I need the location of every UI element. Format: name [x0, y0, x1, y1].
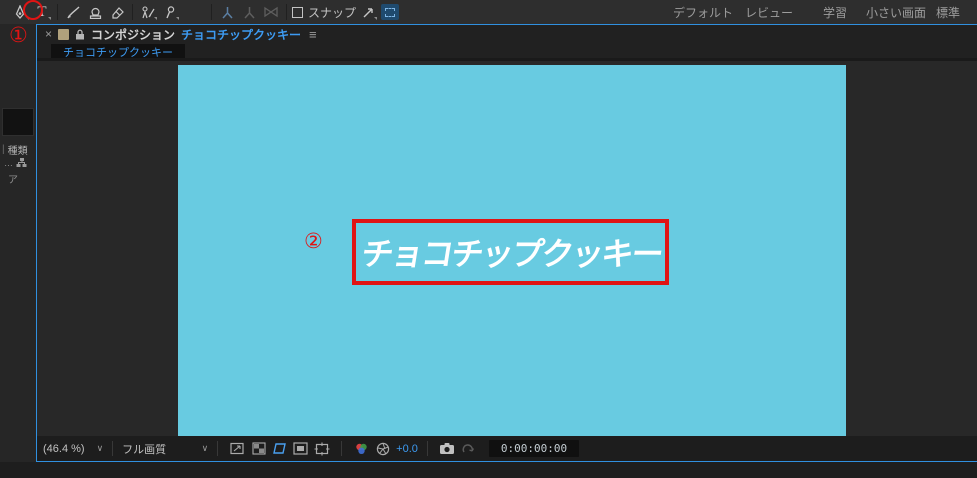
workspace-tab-default[interactable]: デフォルト [673, 0, 733, 24]
preview-lock-icon [230, 442, 244, 455]
lock-icon[interactable] [75, 29, 85, 40]
annotation-callout-1: ① [9, 23, 28, 47]
project-panel-sliver: | 種類 … ア [0, 24, 36, 462]
statusbar-divider [217, 441, 219, 456]
snapshot-button[interactable] [439, 441, 456, 456]
toolbar-divider [286, 4, 287, 20]
region-of-interest-icon [293, 442, 308, 455]
bottom-panel-strip [0, 462, 977, 478]
snap-angle-icon [363, 7, 373, 17]
viewer-status-bar: (46.4 %) ∨ フル画質 ∨ +0.0 0:00:00:00 [37, 436, 977, 461]
snap-options-button[interactable] [358, 2, 378, 22]
snap-label: スナップ [308, 5, 357, 20]
toolbar-divider [57, 4, 58, 20]
resolution-value: フル画質 [122, 443, 167, 456]
view-axis-icon [264, 6, 278, 18]
marquee-option-button[interactable] [380, 2, 400, 22]
brush-tool-button[interactable] [63, 2, 83, 22]
type-column-header[interactable]: 種類 [8, 142, 28, 157]
statusbar-divider [426, 441, 428, 456]
magnification-select[interactable]: (46.4 %) ∨ [43, 443, 103, 455]
exposure-reset-button[interactable] [374, 441, 391, 456]
panel-menu-icon[interactable]: ≡ [309, 27, 317, 42]
roto-brush-icon [142, 5, 155, 18]
tool-group: T スナップ [0, 0, 401, 24]
tool-bar: T スナップ デフォルト レビュー 学習 小さい画面 標準 [0, 0, 977, 24]
partial-item-label: ア [8, 175, 18, 186]
annotation-box-2 [352, 219, 669, 285]
close-icon[interactable]: × [45, 28, 52, 40]
local-axis-icon [221, 6, 233, 19]
statusbar-divider [112, 441, 114, 456]
roto-brush-tool-button[interactable] [138, 2, 158, 22]
eraser-tool-button[interactable] [107, 2, 127, 22]
crosshair-box-icon [314, 442, 330, 455]
column-divider: | [2, 144, 5, 155]
truncated-item-label: … [4, 157, 13, 168]
project-panel-field[interactable] [2, 108, 34, 136]
aperture-icon [376, 442, 389, 455]
show-snapshot-button[interactable] [460, 441, 477, 456]
composition-canvas[interactable]: チョコチップクッキー ② [178, 65, 846, 436]
transparency-grid-icon [252, 442, 266, 455]
world-axis-mode-button[interactable] [239, 2, 259, 22]
puppet-pin-tool-button[interactable] [160, 2, 180, 22]
after-effects-window: T スナップ デフォルト レビュー 学習 小さい画面 標準 | 種類 … ア ×… [0, 0, 977, 478]
eraser-icon [111, 6, 124, 19]
composition-viewer[interactable]: チョコチップクッキー ② [37, 58, 977, 436]
view-axis-mode-button[interactable] [261, 2, 281, 22]
chevron-down-icon: ∨ [96, 443, 104, 453]
world-axis-icon [243, 6, 255, 19]
annotation-circle-text-tool [23, 0, 43, 20]
snap-toggle[interactable]: スナップ [292, 2, 356, 22]
rgb-channels-icon [356, 443, 367, 454]
region-of-interest-button[interactable] [292, 441, 309, 456]
composition-panel: × コンポジション チョコチップクッキー ≡ チョコチップクッキー チョコチップ… [36, 24, 977, 462]
workspace-tab-review[interactable]: レビュー [745, 0, 793, 24]
preview-lock-button[interactable] [229, 441, 246, 456]
panel-title: コンポジション [91, 27, 176, 42]
clone-stamp-icon [89, 7, 101, 19]
toolbar-divider [132, 4, 133, 20]
snapshot-swirl-icon [462, 444, 475, 453]
transparency-grid-button[interactable] [250, 441, 267, 456]
composition-name: チョコチップクッキー [181, 27, 302, 42]
resolution-select[interactable]: フル画質 ∨ [122, 441, 208, 457]
magnification-value: (46.4 %) [43, 442, 85, 455]
mask-visibility-toggle[interactable] [271, 441, 288, 456]
workspace-tab-learn[interactable]: 学習 [823, 0, 847, 24]
panel-color-chip [58, 28, 70, 40]
clone-stamp-tool-button[interactable] [85, 2, 105, 22]
view-target-button[interactable] [313, 441, 330, 456]
annotation-callout-2: ② [304, 229, 323, 253]
composition-panel-tab[interactable]: × コンポジション チョコチップクッキー ≡ [37, 25, 977, 43]
brush-icon [66, 6, 79, 18]
timecode-display[interactable]: 0:00:00:00 [488, 440, 580, 457]
marquee-highlighted-icon [381, 4, 400, 20]
toolbar-divider [211, 4, 212, 20]
snap-checkbox-icon [292, 6, 303, 18]
workspace-tab-small-screen[interactable]: 小さい画面 [866, 0, 926, 24]
exposure-value[interactable]: +0.0 [396, 443, 418, 455]
flowchart-icon [16, 158, 27, 167]
puppet-pin-icon [166, 5, 175, 18]
mask-shape-icon [273, 443, 287, 454]
clipped-tool-icon[interactable] [1, 2, 8, 22]
channel-select-button[interactable] [353, 441, 370, 456]
local-axis-mode-button[interactable] [217, 2, 237, 22]
viewer-tab-button[interactable]: チョコチップクッキー [51, 44, 185, 59]
statusbar-divider [341, 441, 343, 456]
workspace-tab-standard[interactable]: 標準 [936, 0, 960, 24]
camera-icon [440, 443, 455, 454]
partial-tool-icon [1, 5, 8, 19]
chevron-down-icon: ∨ [201, 443, 209, 453]
